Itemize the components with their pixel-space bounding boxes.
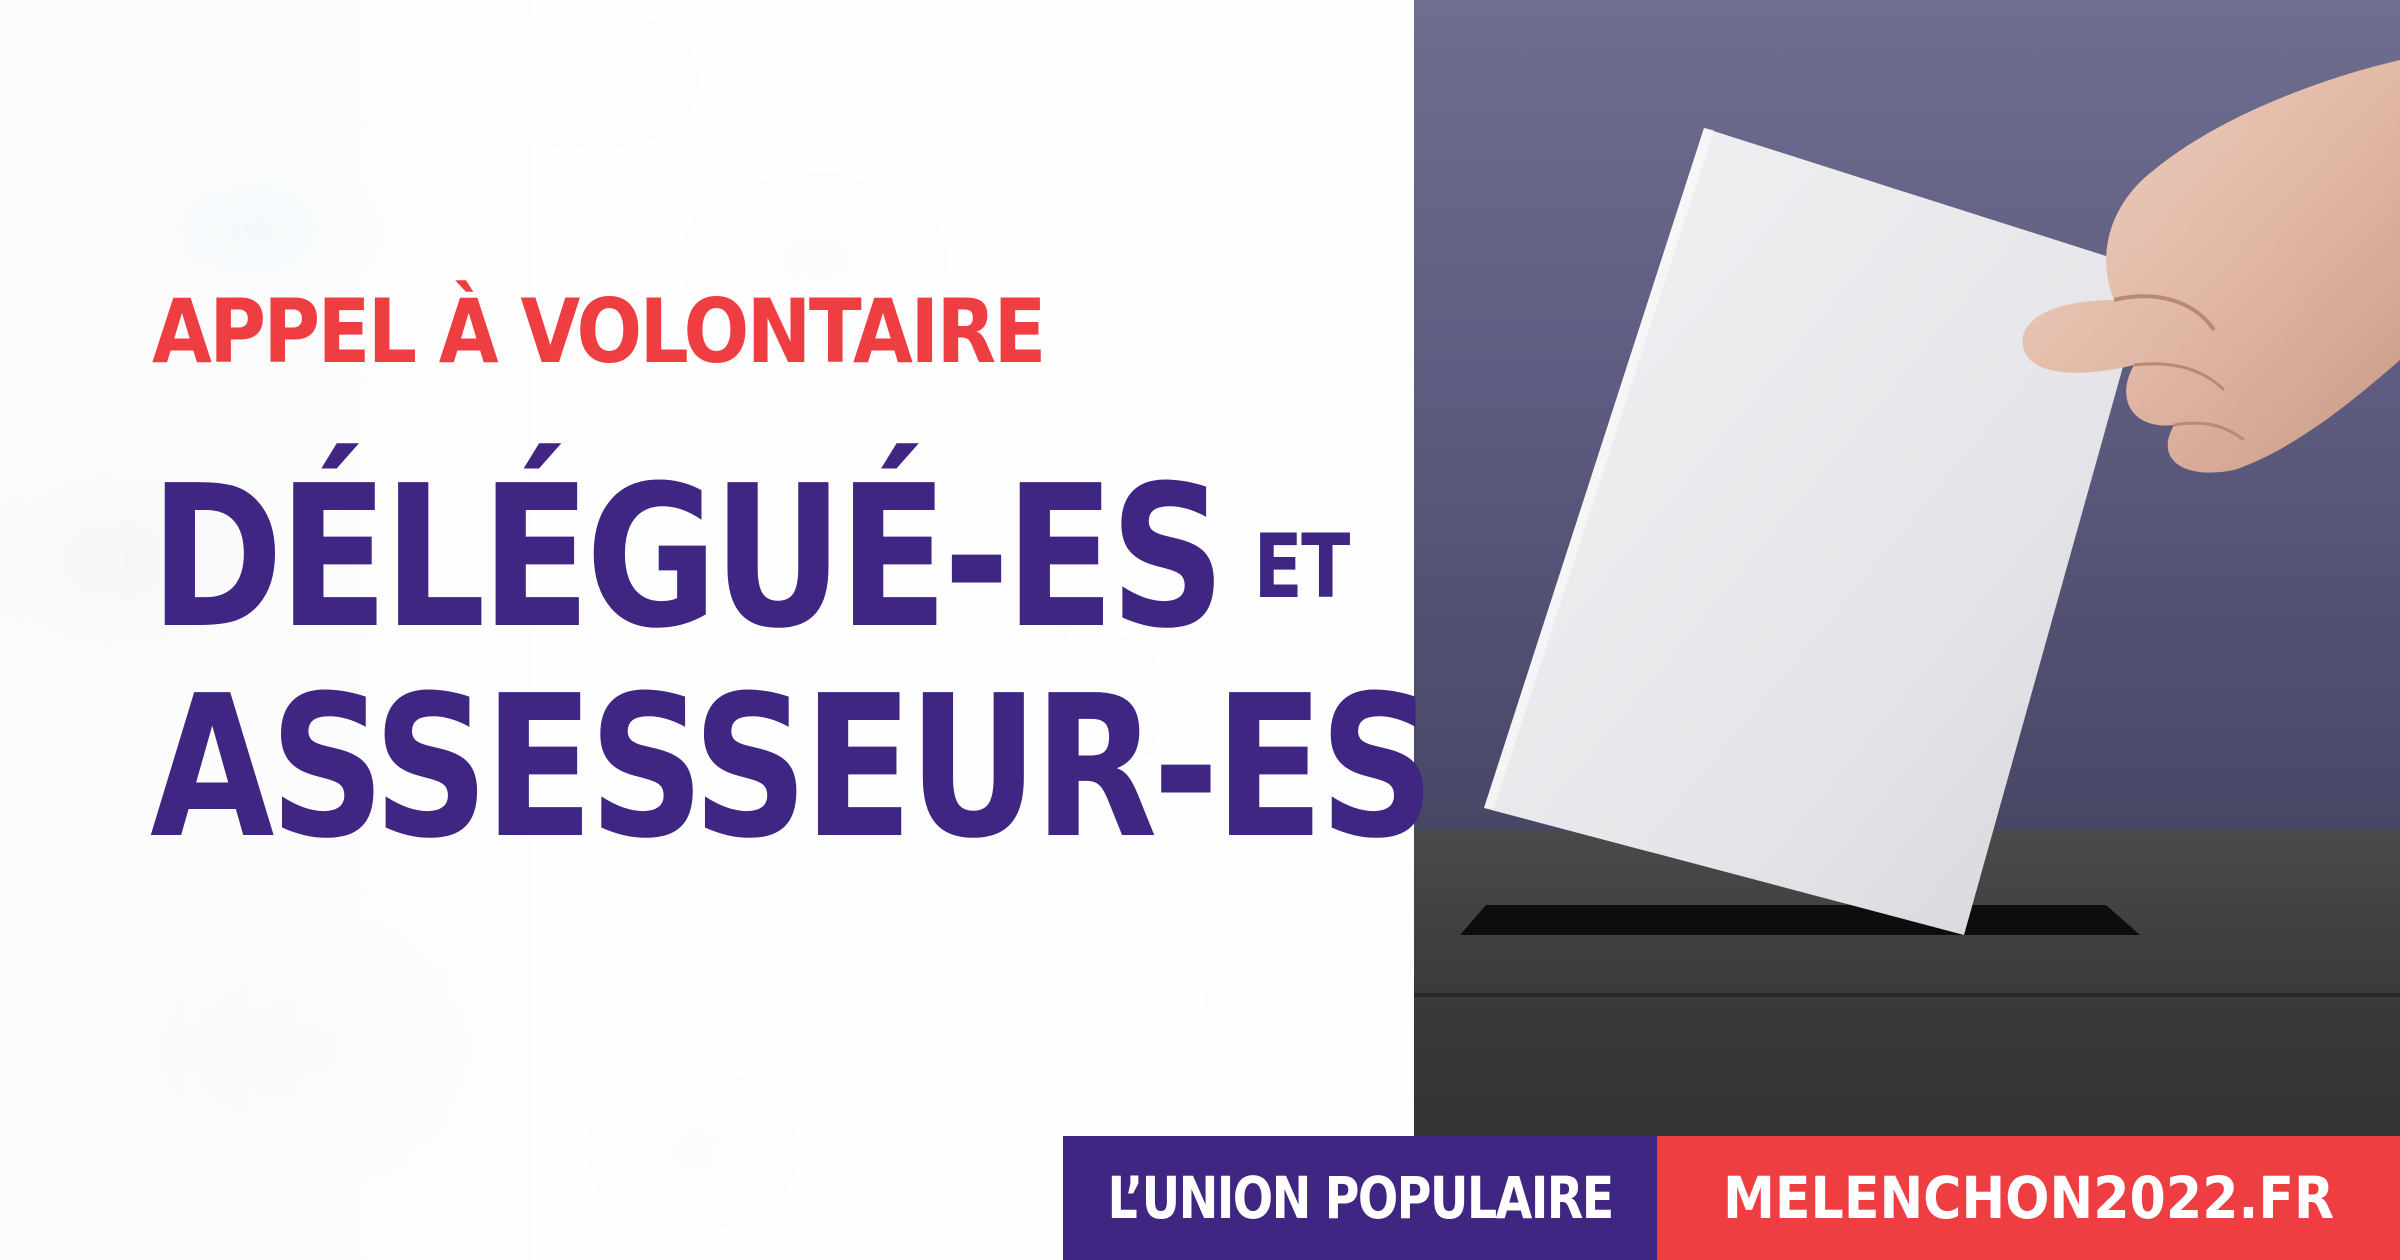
ballot-box-photo: [1414, 0, 2400, 1260]
ballot-slot: [1460, 905, 2140, 935]
ballot-illustration: [1414, 60, 2400, 1260]
headline-line-1: DÉLÉGUÉ-ES ET: [150, 460, 1350, 656]
website-badge[interactable]: MELENCHON2022.FR: [1657, 1136, 2400, 1260]
website-link[interactable]: MELENCHON2022.FR: [1723, 1164, 2334, 1232]
organization-name: L’UNION POPULAIRE: [1107, 1164, 1614, 1232]
organization-badge: L’UNION POPULAIRE: [1063, 1136, 1657, 1260]
headline-line-2: ASSESSEUR-ES: [150, 654, 1435, 882]
ballot-paper: [1484, 128, 2150, 935]
headline-connector: ET: [1253, 515, 1350, 618]
headline-delegues: DÉLÉGUÉ-ES: [150, 444, 1226, 672]
volunteer-call-kicker: APPEL À VOLONTAIRE: [152, 280, 1046, 383]
campaign-banner: APPEL À VOLONTAIRE DÉLÉGUÉ-ES ET ASSESSEU…: [0, 0, 2400, 1260]
